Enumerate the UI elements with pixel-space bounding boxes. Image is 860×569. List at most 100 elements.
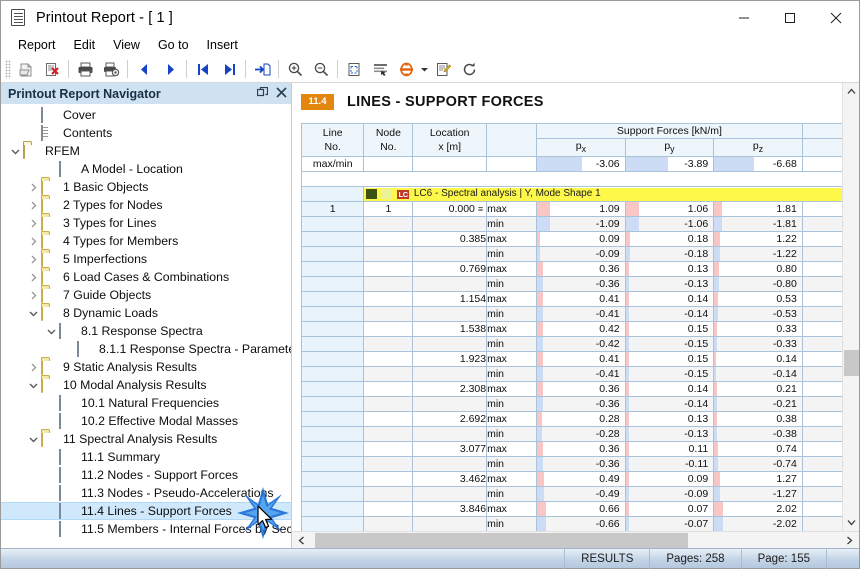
- delete-report-icon[interactable]: [40, 58, 64, 81]
- scroll-up-icon[interactable]: [843, 83, 860, 100]
- last-page-icon[interactable]: [217, 58, 241, 81]
- undock-icon[interactable]: [256, 86, 269, 101]
- first-page-icon[interactable]: [191, 58, 215, 81]
- refresh-icon[interactable]: [457, 58, 481, 81]
- cell-mx: 0.00: [801, 366, 842, 383]
- vertical-scroll-track[interactable]: [843, 100, 860, 514]
- cell-py: 0.18: [624, 231, 715, 248]
- minimize-button[interactable]: [721, 1, 767, 34]
- sidebar-item-16[interactable]: 10.1 Natural Frequencies: [1, 394, 291, 412]
- next-page-icon[interactable]: [158, 58, 182, 81]
- sidebar-item-11[interactable]: 8 Dynamic Loads: [1, 304, 291, 322]
- scroll-left-icon[interactable]: [292, 532, 311, 549]
- cell-mx: 0.00: [801, 501, 842, 518]
- cell-mx: 0.00: [801, 381, 842, 398]
- print-settings-icon[interactable]: [99, 58, 123, 81]
- zoom-out-icon[interactable]: [309, 58, 333, 81]
- cell-px: 0.49: [536, 471, 626, 488]
- sidebar-item-20[interactable]: 11.2 Nodes - Support Forces: [1, 466, 291, 484]
- navigator-tree[interactable]: Cover Contents RFEM A Model - Location 1 Bas…: [1, 104, 291, 548]
- edit-report-icon[interactable]: [431, 58, 455, 81]
- sidebar-item-8[interactable]: 5 Imperfections: [1, 250, 291, 268]
- sidebar-item-4[interactable]: 1 Basic Objects: [1, 178, 291, 196]
- scroll-down-icon[interactable]: [843, 514, 860, 531]
- horizontal-scroll-thumb[interactable]: [315, 532, 688, 548]
- close-button[interactable]: [813, 1, 859, 34]
- cell-node-no: [363, 231, 414, 248]
- page-setup-icon[interactable]: [342, 58, 366, 81]
- sidebar-item-label: A Model - Location: [81, 162, 183, 176]
- expand-chevron-icon[interactable]: [25, 431, 41, 447]
- horizontal-scrollbar[interactable]: [292, 531, 859, 548]
- menu-goto[interactable]: Go to: [149, 36, 198, 54]
- sidebar-item-9[interactable]: 6 Load Cases & Combinations: [1, 268, 291, 286]
- resize-grip[interactable]: [826, 548, 859, 569]
- sidebar-item-21[interactable]: 11.3 Nodes - Pseudo-Accelerations: [1, 484, 291, 502]
- expand-chevron-icon[interactable]: [43, 323, 59, 339]
- sidebar-item-19[interactable]: 11.1 Summary: [1, 448, 291, 466]
- sidebar-item-6[interactable]: 3 Types for Lines: [1, 214, 291, 232]
- selection-icon[interactable]: [368, 58, 392, 81]
- sidebar-item-2[interactable]: RFEM: [1, 142, 291, 160]
- vertical-scrollbar[interactable]: [842, 83, 859, 531]
- menu-view[interactable]: View: [104, 36, 149, 54]
- sidebar-item-22[interactable]: 11.4 Lines - Support Forces: [1, 502, 291, 520]
- cell-location: 3.846: [412, 501, 488, 518]
- sidebar-item-10[interactable]: 7 Guide Objects: [1, 286, 291, 304]
- report-selection-icon[interactable]: [394, 58, 418, 81]
- dropdown-caret-icon[interactable]: [419, 58, 430, 81]
- sidebar-item-14[interactable]: 9 Static Analysis Results: [1, 358, 291, 376]
- open-report-icon[interactable]: [14, 58, 38, 81]
- sidebar-item-3[interactable]: A Model - Location: [1, 160, 291, 178]
- sidebar-item-18[interactable]: 11 Spectral Analysis Results: [1, 430, 291, 448]
- scroll-right-icon[interactable]: [840, 532, 859, 549]
- menu-report[interactable]: Report: [9, 36, 65, 54]
- expand-chevron-icon[interactable]: [25, 233, 41, 249]
- sidebar-item-12[interactable]: 8.1 Response Spectra: [1, 322, 291, 340]
- table-row: 2.308max0.360.140.210.000.000.00: [300, 381, 842, 398]
- toolbar-grip[interactable]: [5, 59, 11, 79]
- sidebar-item-17[interactable]: 10.2 Effective Modal Masses: [1, 412, 291, 430]
- expand-chevron-icon[interactable]: [7, 143, 23, 159]
- expand-chevron-icon[interactable]: [25, 287, 41, 303]
- close-panel-icon[interactable]: [276, 86, 287, 101]
- sidebar-item-23[interactable]: 11.5 Members - Internal Forces by Sectio…: [1, 520, 291, 538]
- menu-edit[interactable]: Edit: [65, 36, 105, 54]
- sidebar-item-1[interactable]: Contents: [1, 124, 291, 142]
- cell-px: 0.41: [536, 291, 626, 308]
- expand-chevron-icon[interactable]: [25, 179, 41, 195]
- cell-pz: 0.38: [713, 411, 803, 428]
- main-body: Printout Report Navigator Cover Contents…: [1, 83, 859, 548]
- table-icon: [59, 412, 76, 429]
- sidebar-item-0[interactable]: Cover: [1, 106, 291, 124]
- printout-report-window: Printout Report - [ 1 ] Report Edit View…: [0, 0, 860, 569]
- expand-chevron-icon[interactable]: [25, 197, 41, 213]
- go-to-page-icon[interactable]: [250, 58, 274, 81]
- vertical-scroll-thumb[interactable]: [843, 350, 859, 376]
- title-bar: Printout Report - [ 1 ]: [1, 1, 859, 34]
- expand-chevron-icon[interactable]: [25, 251, 41, 267]
- maximize-button[interactable]: [767, 1, 813, 34]
- previous-page-icon[interactable]: [132, 58, 156, 81]
- horizontal-scroll-track[interactable]: [311, 532, 840, 549]
- cell-mx: 0.00: [801, 351, 842, 368]
- expand-chevron-icon[interactable]: [25, 269, 41, 285]
- sidebar-item-15[interactable]: 10 Modal Analysis Results: [1, 376, 291, 394]
- print-icon[interactable]: [73, 58, 97, 81]
- menu-insert[interactable]: Insert: [198, 36, 247, 54]
- cell-pz: -0.53: [713, 306, 803, 323]
- cell-node-no: [363, 456, 414, 473]
- status-bar: RESULTS Pages: 258 Page: 155: [1, 548, 859, 569]
- zoom-in-icon[interactable]: [283, 58, 307, 81]
- sidebar-item-7[interactable]: 4 Types for Members: [1, 232, 291, 250]
- sidebar-item-13[interactable]: 8.1.1 Response Spectra - Parameters: [1, 340, 291, 358]
- expand-chevron-icon[interactable]: [25, 215, 41, 231]
- cell-location: [412, 486, 488, 503]
- cell-node-no: [363, 306, 414, 323]
- maxmin-row: max/min -3.06 -3.89 -6.68 0.00 0.00 0.00: [300, 156, 842, 173]
- expand-chevron-icon[interactable]: [25, 305, 41, 321]
- sidebar-item-5[interactable]: 2 Types for Nodes: [1, 196, 291, 214]
- expand-chevron-icon[interactable]: [25, 359, 41, 375]
- expand-chevron-icon[interactable]: [25, 377, 41, 393]
- window-controls: [721, 1, 859, 34]
